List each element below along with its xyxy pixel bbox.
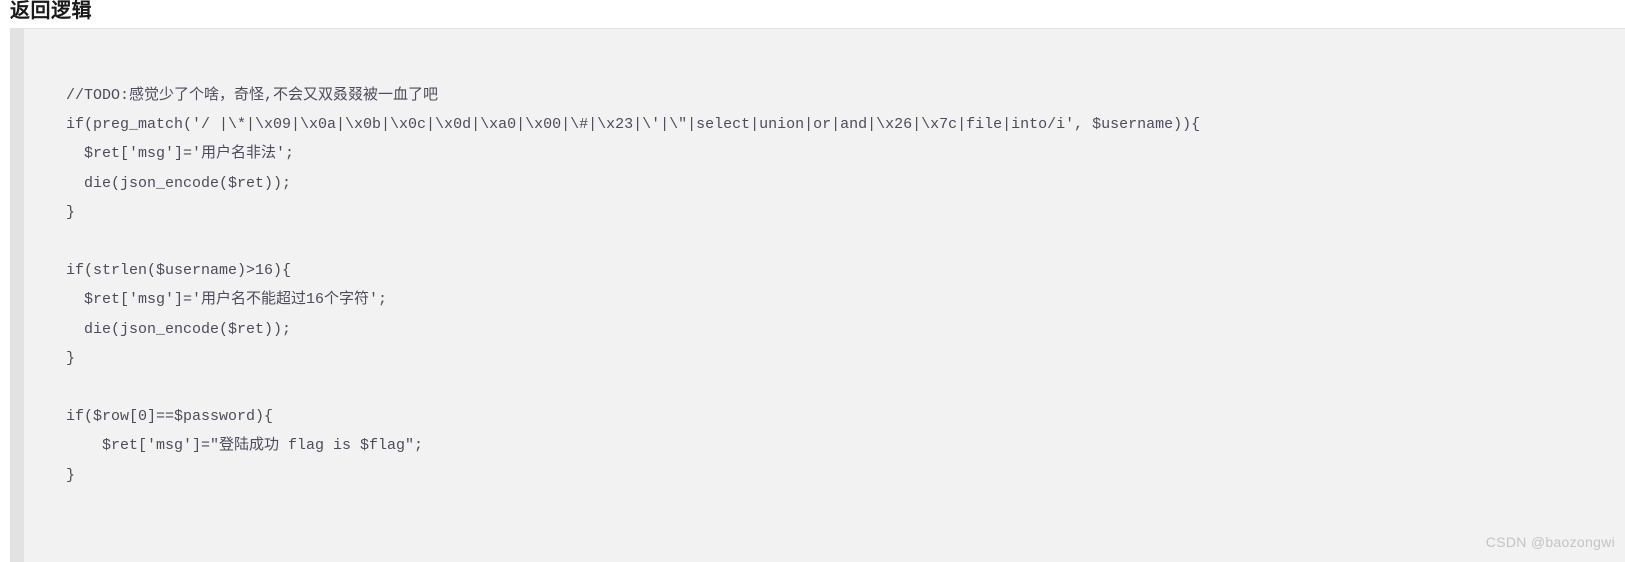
code-block: //TODO:感觉少了个啥，奇怪,不会又双叒叕被一血了吧 if(preg_matc…	[10, 28, 1625, 562]
csdn-watermark: CSDN @baozongwi	[1485, 534, 1615, 550]
code-content: //TODO:感觉少了个啥，奇怪,不会又双叒叕被一血了吧 if(preg_matc…	[24, 29, 1625, 490]
code-line: if(preg_match('/ |\*|\x09|\x0a|\x0b|\x0c…	[66, 116, 1201, 134]
code-line: die(json_encode($ret));	[66, 320, 292, 338]
code-line: //TODO:感觉少了个啥，奇怪,不会又双叒叕被一血了吧	[66, 87, 439, 104]
code-line: if(strlen($username)>16){	[66, 262, 292, 280]
page-title: 返回逻辑	[10, 0, 92, 22]
code-line: $ret['msg']='用户名不能超过16个字符';	[66, 291, 388, 309]
code-gutter	[10, 29, 24, 562]
code-line: $ret['msg']='用户名非法';	[66, 145, 295, 163]
code-line: }	[66, 466, 76, 484]
page-root: 返回逻辑 //TODO:感觉少了个啥，奇怪,不会又双叒叕被一血了吧 if(preg…	[0, 0, 1625, 562]
code-line: die(json_encode($ret));	[66, 174, 292, 192]
code-line: $ret['msg']="登陆成功 flag is $flag";	[66, 437, 424, 455]
code-line: }	[66, 349, 76, 367]
code-line: if($row[0]==$password){	[66, 408, 274, 426]
code-scroll-area[interactable]: //TODO:感觉少了个啥，奇怪,不会又双叒叕被一血了吧 if(preg_matc…	[24, 29, 1625, 562]
code-line: }	[66, 203, 76, 221]
